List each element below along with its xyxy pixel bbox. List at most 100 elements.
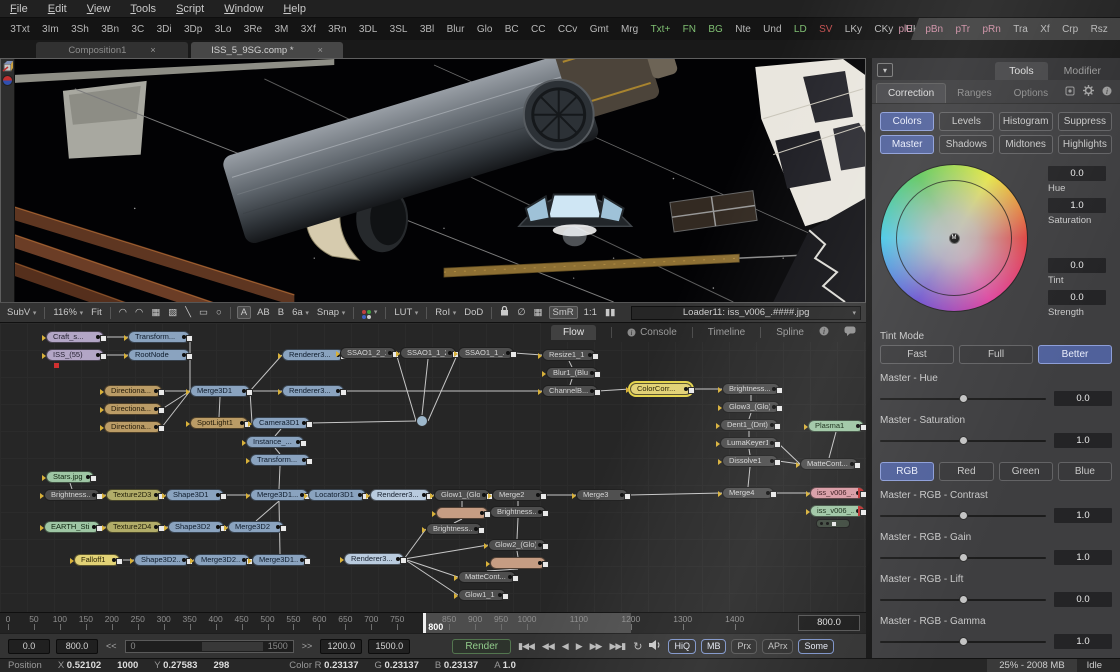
flow-node-ssao1-1[interactable]: SSAO1_1_...	[458, 347, 514, 359]
color-wheel[interactable]: M	[880, 164, 1028, 312]
guide-b-icon[interactable]: ◠	[133, 307, 145, 318]
flow-node-locator3d1[interactable]: Locator3D1	[308, 489, 366, 501]
slider-value-master-rgb-lift[interactable]: 0.0	[1054, 592, 1112, 607]
tool-prn[interactable]: pRn	[976, 24, 1007, 35]
menu-view[interactable]: View	[87, 3, 111, 15]
play-reverse-button[interactable]: ◀	[561, 641, 569, 652]
channel-select-icon[interactable]: ▾	[360, 306, 379, 319]
loop-button[interactable]: ↻	[632, 640, 643, 653]
fast-reverse-button[interactable]: ◀◀	[541, 641, 555, 652]
fit-button[interactable]: Fit	[89, 307, 104, 318]
toggle-aprx[interactable]: APrx	[762, 639, 794, 654]
color-sphere-icon[interactable]	[2, 75, 13, 86]
slider-track[interactable]	[880, 641, 1046, 643]
slider-knob[interactable]	[959, 511, 968, 520]
slider-track[interactable]	[880, 515, 1046, 517]
flow-node-merge3d1[interactable]: Merge3D1...	[252, 554, 308, 566]
toggle-prx[interactable]: Prx	[731, 639, 757, 654]
range-midtones[interactable]: Midtones	[999, 135, 1053, 154]
flow-node-merge3d2[interactable]: Merge3D2...	[194, 554, 250, 566]
scroll-left-button[interactable]: <<	[104, 641, 119, 651]
tool-3im[interactable]: 3Im	[36, 24, 65, 35]
flow-node-mattecont[interactable]: MatteCont...	[458, 571, 516, 583]
subview-dropdown[interactable]: SubV ▾	[5, 307, 38, 318]
toggle-mb[interactable]: MB	[701, 639, 727, 654]
tool-3bn[interactable]: 3Bn	[95, 24, 125, 35]
zoom-level-dropdown[interactable]: 116% ▾	[51, 307, 85, 318]
tool-3bl[interactable]: 3Bl	[414, 24, 441, 35]
flow-node-shape3d1[interactable]: Shape3D1	[166, 489, 224, 501]
scroll-right-button[interactable]: >>	[300, 641, 315, 651]
audio-button[interactable]	[649, 640, 662, 652]
slider-value-master-rgb-gamma[interactable]: 1.0	[1054, 634, 1112, 649]
tool-3c[interactable]: 3C	[125, 24, 150, 35]
range-highlights[interactable]: Highlights	[1058, 135, 1112, 154]
tool-bc[interactable]: BC	[499, 24, 525, 35]
flow-node-brightness[interactable]: Brightness...	[426, 523, 482, 535]
info-icon[interactable]: i	[819, 326, 829, 339]
flow-node-merge3d1[interactable]: Merge3D1...	[250, 489, 308, 501]
comment-bubble-icon[interactable]	[844, 326, 856, 339]
tool-bg[interactable]: BG	[702, 24, 729, 35]
slider-knob[interactable]	[959, 595, 968, 604]
view-suppress[interactable]: Suppress	[1058, 112, 1112, 131]
channel-red[interactable]: Red	[939, 462, 993, 481]
flow-node-spotlight1[interactable]: SpotLight1	[190, 417, 248, 429]
tool-und[interactable]: Und	[757, 24, 788, 35]
playhead[interactable]	[423, 613, 426, 633]
subtab-correction[interactable]: Correction	[876, 83, 946, 103]
tool-blur[interactable]: Blur	[440, 24, 470, 35]
tool-txt[interactable]: Txt+	[644, 24, 676, 35]
slider-knob[interactable]	[959, 637, 968, 646]
buffer-a-button[interactable]: A	[237, 306, 251, 319]
checker-icon[interactable]: ▦	[532, 307, 545, 318]
tool-xf[interactable]: Xf	[1034, 24, 1056, 35]
slider-value-master-saturation[interactable]: 1.0	[1054, 433, 1112, 448]
viewer-image-iss[interactable]	[15, 59, 865, 302]
render-end-field[interactable]: 1500.0	[368, 639, 410, 654]
dod-button[interactable]: DoD	[462, 307, 485, 318]
lock-icon[interactable]	[498, 306, 511, 319]
flow-node-tana[interactable]	[436, 507, 488, 519]
subtab-options[interactable]: Options	[1003, 84, 1059, 103]
value-field-strength[interactable]: 0.0	[1048, 290, 1106, 305]
tab-console[interactable]: iConsole	[627, 327, 677, 338]
channel-green[interactable]: Green	[999, 462, 1053, 481]
tool-3re[interactable]: 3Re	[238, 24, 269, 35]
flow-node-junction[interactable]	[416, 415, 428, 427]
tool-3xf[interactable]: 3Xf	[295, 24, 322, 35]
subtab-ranges[interactable]: Ranges	[946, 84, 1002, 103]
flow-node-iss-55[interactable]: ISS_(55)	[46, 349, 104, 361]
flow-node-glow1-1[interactable]: Glow1_1	[458, 589, 506, 601]
tool-3rn[interactable]: 3Rn	[322, 24, 353, 35]
tint-mode-fast[interactable]: Fast	[880, 345, 954, 364]
color-wheel-marker[interactable]: M	[949, 233, 960, 244]
line-tool-icon[interactable]: ╲	[183, 307, 193, 318]
flow-node-renderer3[interactable]: Renderer3...	[370, 489, 430, 501]
flow-node-shape3d2[interactable]: Shape3D2...	[134, 554, 190, 566]
tool-3m[interactable]: 3M	[268, 24, 294, 35]
slider-track[interactable]	[880, 599, 1046, 601]
slider-knob[interactable]	[959, 436, 968, 445]
tool-mrg[interactable]: Mrg	[615, 24, 645, 35]
flow-node-rootnode[interactable]: RootNode	[128, 349, 190, 361]
brush-icon[interactable]: ▨	[166, 307, 179, 318]
tool-3dp[interactable]: 3Dp	[178, 24, 209, 35]
play-button[interactable]: ▶	[575, 641, 583, 652]
flow-node-merge3d1[interactable]: Merge3D1	[190, 385, 250, 397]
flow-node-glow2-glo[interactable]: Glow2_(Glo)	[488, 539, 546, 551]
menu-edit[interactable]: Edit	[48, 3, 67, 15]
channel-rgb[interactable]: RGB	[880, 462, 934, 481]
tool-glo[interactable]: Glo	[471, 24, 499, 35]
slider-track[interactable]	[880, 398, 1046, 400]
flow-node-lumakeyer1[interactable]: LumaKeyer1	[720, 437, 778, 449]
snap-dropdown[interactable]: Snap ▾	[315, 307, 347, 318]
flow-node-glow1-glo[interactable]: Glow1_(Glo)	[434, 489, 490, 501]
view-histogram[interactable]: Histogram	[999, 112, 1053, 131]
menu-script[interactable]: Script	[176, 3, 204, 15]
menu-tools[interactable]: Tools	[130, 3, 156, 15]
flow-node-merge3d2[interactable]: Merge3D2	[228, 521, 284, 533]
gear-icon[interactable]	[1083, 85, 1094, 99]
flow-node-merge2[interactable]: Merge2	[492, 489, 544, 501]
close-icon[interactable]: ×	[318, 45, 323, 55]
